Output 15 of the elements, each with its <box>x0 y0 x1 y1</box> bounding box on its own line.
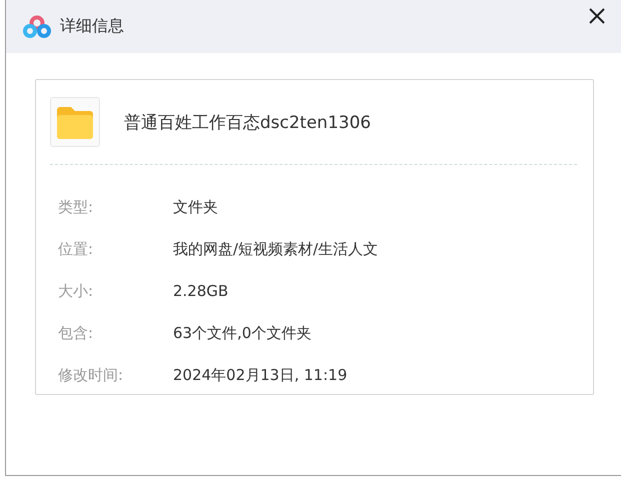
detail-label: 包含: <box>58 324 94 342</box>
close-icon[interactable] <box>589 8 605 24</box>
cloud-logo-icon <box>23 14 51 38</box>
detail-label: 修改时间: <box>58 366 124 384</box>
detail-value: 2024年02月13日, 11:19 <box>173 366 348 384</box>
detail-label: 大小: <box>58 282 94 300</box>
detail-label: 位置: <box>58 240 94 258</box>
window-title: 详细信息 <box>60 16 124 37</box>
folder-icon <box>55 104 95 140</box>
detail-value: 我的网盘/短视频素材/生活人文 <box>173 240 378 258</box>
file-name: 普通百姓工作百态dsc2ten1306 <box>124 112 371 134</box>
detail-value: 文件夹 <box>173 198 218 216</box>
detail-label: 类型: <box>58 198 94 216</box>
detail-value: 63个文件,0个文件夹 <box>173 324 312 342</box>
detail-value: 2.28GB <box>173 282 228 300</box>
